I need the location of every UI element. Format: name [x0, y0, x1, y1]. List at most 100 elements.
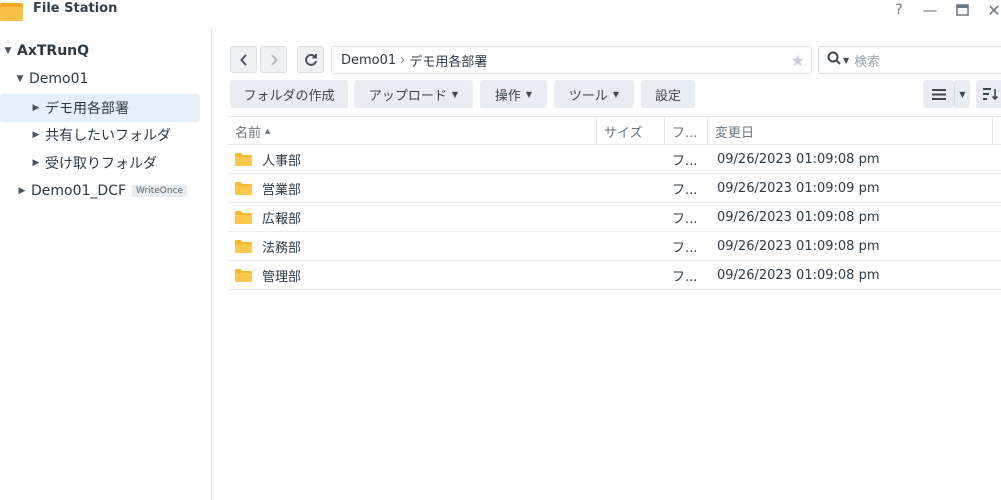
caret-right-icon[interactable]: ▶	[30, 103, 42, 113]
file-modified-cell: 09/26/2023 01:09:08 pm	[717, 267, 880, 283]
view-options-button[interactable]: ▼	[954, 80, 970, 108]
caret-down-icon: ▼	[612, 89, 620, 99]
tree-item-receive-folder[interactable]: ▶ 受け取りフォルダ	[30, 149, 200, 177]
path-bar[interactable]: Demo01 › デモ用各部署 ★	[331, 46, 812, 74]
file-modified-cell: 09/26/2023 01:09:08 pm	[717, 238, 880, 254]
file-modified-cell: 09/26/2023 01:09:08 pm	[717, 209, 880, 225]
forward-button[interactable]	[260, 46, 287, 73]
back-button[interactable]	[230, 46, 257, 73]
path-folder[interactable]: デモ用各部署	[409, 51, 487, 70]
file-modified-cell: 09/26/2023 01:09:08 pm	[717, 151, 880, 167]
table-header: 名前 ▲ サイズ フ... 変更日 ⋮	[228, 116, 1001, 145]
window-title: File Station	[33, 1, 118, 16]
title-bar: File Station ? — ✕	[0, 0, 1001, 28]
column-header-label: フ...	[672, 125, 698, 141]
folder-icon	[235, 152, 252, 166]
sort-ascending-icon: ▲	[265, 127, 271, 135]
list-view-icon	[931, 88, 946, 100]
table-row[interactable]: 管理部 フ... 09/26/2023 01:09:08 pm	[228, 261, 1001, 290]
column-options-button[interactable]: ⋮	[993, 117, 1001, 145]
path-share[interactable]: Demo01	[341, 53, 396, 68]
folder-icon	[235, 239, 252, 253]
refresh-button[interactable]	[297, 46, 324, 73]
minimize-icon[interactable]: —	[919, 0, 941, 20]
folder-icon	[235, 210, 252, 224]
file-name: 人事部	[262, 153, 302, 169]
tree-item-label: Demo01	[29, 71, 89, 87]
caret-right-icon[interactable]: ▶	[30, 158, 42, 168]
tree-item-demo01[interactable]: ▼ Demo01	[14, 65, 200, 93]
action-button[interactable]: 操作 ▼	[480, 80, 547, 108]
upload-button[interactable]: アップロード ▼	[354, 80, 473, 108]
tree-item-label: Demo01_DCF	[31, 183, 127, 199]
sort-button[interactable]	[976, 80, 1001, 108]
table-row[interactable]: 人事部 フ... 09/26/2023 01:09:08 pm	[228, 145, 1001, 174]
tree-item-label: 共有したいフォルダ	[45, 128, 171, 144]
tree-item-shared-folder[interactable]: ▶ 共有したいフォルダ	[30, 121, 200, 149]
settings-label: 設定	[654, 88, 681, 104]
tree-item-root[interactable]: ▼ AxTRunQ	[2, 37, 202, 65]
file-type-cell: フ...	[672, 182, 698, 198]
file-type-cell: フ...	[672, 211, 698, 227]
table-row[interactable]: 法務部 フ... 09/26/2023 01:09:08 pm	[228, 232, 1001, 261]
column-header-modified[interactable]: 変更日	[708, 117, 993, 145]
refresh-icon	[304, 53, 317, 66]
table-row[interactable]: 営業部 フ... 09/26/2023 01:09:09 pm	[228, 174, 1001, 203]
chevron-left-icon	[239, 53, 247, 66]
star-icon[interactable]: ★	[791, 51, 805, 70]
file-station-icon	[0, 0, 24, 22]
file-name-cell[interactable]: 営業部	[235, 174, 595, 202]
column-header-size[interactable]: サイズ	[597, 117, 665, 145]
sort-icon	[983, 88, 999, 100]
file-name: 管理部	[262, 269, 302, 285]
file-name-cell[interactable]: 法務部	[235, 232, 595, 260]
column-header-label: 変更日	[715, 125, 755, 141]
file-name: 法務部	[262, 240, 302, 256]
caret-down-icon: ▼	[525, 89, 533, 99]
tree-item-label: AxTRunQ	[17, 43, 90, 59]
list-view-button[interactable]	[923, 80, 954, 108]
folder-icon	[235, 268, 252, 282]
action-label: 操作	[494, 88, 521, 104]
search-input[interactable]: ▼ 検索	[818, 46, 1001, 74]
file-name-cell[interactable]: 人事部	[235, 145, 595, 173]
tree-item-demo01-dcf[interactable]: ▶ Demo01_DCF WriteOnce	[16, 177, 206, 205]
caret-down-icon: ▼	[451, 89, 459, 99]
tools-label: ツール	[568, 88, 608, 104]
file-name-cell[interactable]: 広報部	[235, 203, 595, 231]
file-name-cell[interactable]: 管理部	[235, 261, 595, 289]
create-folder-button[interactable]: フォルダの作成	[230, 80, 348, 108]
caret-down-icon[interactable]: ▼	[843, 56, 849, 65]
caret-right-icon[interactable]: ▶	[30, 130, 42, 140]
tree-item-demo-departments[interactable]: ▶ デモ用各部署	[0, 94, 200, 122]
create-folder-label: フォルダの作成	[243, 88, 335, 104]
maximize-icon[interactable]	[951, 0, 973, 20]
column-header-name[interactable]: 名前 ▲	[228, 117, 597, 145]
help-icon[interactable]: ?	[888, 0, 910, 20]
tree-item-label: デモ用各部署	[45, 101, 129, 117]
tree-item-label: 受け取りフォルダ	[45, 156, 157, 172]
chevron-right-icon	[270, 53, 278, 66]
column-header-label: サイズ	[604, 125, 643, 141]
sidebar: ▼ AxTRunQ ▼ Demo01 ▶ デモ用各部署 ▶ 共有したいフォルダ …	[0, 28, 212, 500]
file-type-cell: フ...	[672, 153, 698, 169]
caret-down-icon: ▼	[959, 89, 966, 99]
column-header-label: 名前	[235, 125, 262, 141]
caret-right-icon[interactable]: ▶	[16, 186, 28, 196]
file-name: 広報部	[262, 211, 302, 227]
caret-down-icon[interactable]: ▼	[2, 46, 14, 56]
writeonce-badge: WriteOnce	[132, 185, 188, 197]
file-type-cell: フ...	[672, 240, 698, 256]
close-icon[interactable]: ✕	[983, 0, 1001, 20]
tools-button[interactable]: ツール ▼	[554, 80, 634, 108]
file-type-cell: フ...	[672, 269, 698, 285]
folder-icon	[235, 181, 252, 195]
upload-label: アップロード	[368, 88, 447, 104]
table-row[interactable]: 広報部 フ... 09/26/2023 01:09:08 pm	[228, 203, 1001, 232]
caret-down-icon[interactable]: ▼	[14, 74, 26, 84]
column-header-type[interactable]: フ...	[665, 117, 708, 145]
path-separator: ›	[400, 52, 406, 68]
search-placeholder: 検索	[854, 54, 881, 70]
settings-button[interactable]: 設定	[641, 80, 695, 108]
search-icon[interactable]	[827, 51, 841, 69]
